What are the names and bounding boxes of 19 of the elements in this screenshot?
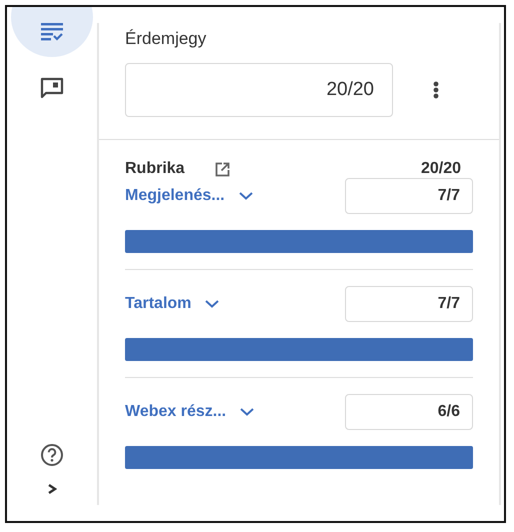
help-icon[interactable] [40,443,64,467]
score-field[interactable]: 6/6 [345,394,473,430]
comment-icon [40,77,64,99]
chevron-down-icon [205,300,220,308]
criterion-toggle[interactable]: Webex rész... [125,403,254,421]
grade-field[interactable]: 20/20 [125,63,393,117]
rubric-title: Rubrika [125,160,185,178]
chevron-right-icon[interactable] [47,483,57,495]
criterion-toggle[interactable]: Tartalom [125,295,220,313]
list-check-icon [41,23,63,41]
criterion-toggle[interactable]: Megjelenés... [125,187,253,205]
score-field[interactable]: 7/7 [345,286,473,322]
chevron-down-icon [240,408,254,416]
score-field[interactable]: 7/7 [345,178,473,214]
more-icon[interactable] [433,81,439,99]
open-external-icon[interactable] [214,162,230,176]
rubric-total: 20/20 [420,160,461,178]
grade-title: Érdemjegy [125,29,208,49]
chevron-down-icon [238,192,253,200]
